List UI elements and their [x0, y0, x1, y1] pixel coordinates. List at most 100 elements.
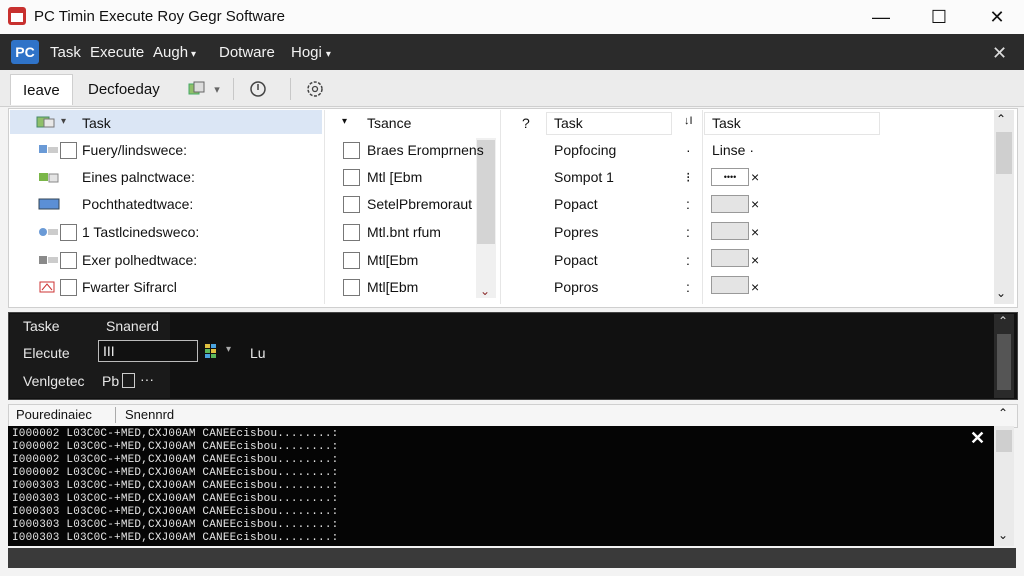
- row-checkbox[interactable]: [343, 142, 360, 159]
- minimize-button[interactable]: —: [858, 3, 904, 31]
- task-name[interactable]: Fwarter Sifrarcl: [82, 279, 177, 295]
- row-combo[interactable]: [711, 249, 749, 267]
- menu-task[interactable]: Task: [50, 44, 81, 61]
- task-status: Popact: [554, 196, 598, 212]
- tab-leave[interactable]: Ieave: [10, 74, 73, 105]
- verify-value[interactable]: Pb: [102, 373, 119, 389]
- header-tsance[interactable]: Tsance: [367, 115, 411, 131]
- scroll-down-icon[interactable]: ⌄: [996, 286, 1006, 300]
- row-checkbox[interactable]: [60, 142, 77, 159]
- console-scroll-thumb[interactable]: [996, 430, 1012, 452]
- menu-hogi[interactable]: Hogi ▾: [291, 44, 331, 61]
- task-desc: Mtl [Ebm: [367, 169, 423, 185]
- close-icon[interactable]: ×: [751, 252, 759, 268]
- task-status: Popfocing: [554, 142, 617, 158]
- task-name[interactable]: Fuery/lindswece:: [82, 142, 187, 158]
- verify-label: Venlgetec: [23, 373, 85, 389]
- task-status: Popros: [554, 279, 599, 295]
- chevron-down-icon[interactable]: ▾: [61, 116, 66, 127]
- output-tab-pouredinaiec[interactable]: Pouredinaiec: [16, 407, 92, 422]
- row-separator: :: [686, 196, 690, 212]
- chevron-down-icon[interactable]: ▾: [226, 344, 231, 355]
- row-separator: :: [686, 224, 690, 240]
- grid-scroll-thumb[interactable]: [996, 132, 1012, 174]
- task-name[interactable]: Eines palnctwace:: [82, 169, 195, 185]
- execute-scroll-thumb[interactable]: [997, 334, 1011, 390]
- row-combo[interactable]: ••••: [711, 168, 749, 186]
- row-separator: :: [686, 252, 690, 268]
- header-task[interactable]: Task: [82, 115, 111, 131]
- chevron-down-icon[interactable]: ▾: [206, 78, 228, 100]
- lu-label[interactable]: Lu: [250, 345, 266, 361]
- task-name[interactable]: 1 Tastlcinedsweco:: [82, 224, 199, 240]
- task-desc: Mtl[Ebm: [367, 252, 419, 268]
- chevron-down-icon[interactable]: ⌄: [480, 284, 490, 298]
- header-task2[interactable]: Task: [554, 115, 583, 131]
- settings-icon[interactable]: [304, 78, 326, 100]
- log-line: I000303 L03C0C-+MED,CXJ00AM CANEEcisbou.…: [12, 480, 339, 492]
- row-checkbox[interactable]: [60, 252, 77, 269]
- row-extra[interactable]: Linse ·: [712, 142, 754, 158]
- grid-view-icon[interactable]: [204, 343, 224, 362]
- close-icon[interactable]: ×: [751, 169, 759, 185]
- scroll-up-icon[interactable]: ⌃: [998, 406, 1008, 420]
- menubar-close-icon[interactable]: ✕: [992, 43, 1007, 64]
- task-status: Sompot 1: [554, 169, 614, 185]
- menu-augh[interactable]: Augh ▾: [153, 44, 196, 61]
- task-icon: [38, 142, 60, 156]
- more-icon[interactable]: ···: [140, 371, 154, 387]
- log-line: I000303 L03C0C-+MED,CXJ00AM CANEEcisbou.…: [12, 532, 339, 544]
- log-line: I000002 L03C0C-+MED,CXJ00AM CANEEcisbou.…: [12, 454, 339, 466]
- close-icon[interactable]: ×: [751, 224, 759, 240]
- app-logo-icon: [8, 7, 26, 25]
- task-desc: Mtl[Ebm: [367, 279, 419, 295]
- maximize-button[interactable]: ☐: [916, 3, 962, 31]
- task-icon: [38, 280, 60, 294]
- row-checkbox[interactable]: [343, 279, 360, 296]
- menu-execute[interactable]: Execute: [90, 44, 144, 61]
- scroll-down-icon[interactable]: ⌄: [998, 528, 1008, 542]
- row-combo[interactable]: [711, 222, 749, 240]
- row-checkbox[interactable]: [343, 252, 360, 269]
- header-sort[interactable]: ↓I: [684, 115, 693, 127]
- scroll-up-icon[interactable]: ⌃: [998, 314, 1008, 328]
- chevron-down-icon[interactable]: ▾: [342, 116, 347, 127]
- menu-hogi-label: Hogi: [291, 44, 322, 61]
- menu-augh-label: Augh: [153, 44, 189, 61]
- close-window-button[interactable]: ✕: [974, 3, 1020, 31]
- log-line: I000303 L03C0C-+MED,CXJ00AM CANEEcisbou.…: [12, 519, 339, 531]
- copy-icon[interactable]: [186, 78, 208, 100]
- console-close-icon[interactable]: ✕: [970, 428, 985, 449]
- window-title: PC Timin Execute Roy Gegr Software: [34, 8, 285, 25]
- header-help[interactable]: ?: [522, 115, 530, 131]
- verify-box-icon[interactable]: [122, 373, 135, 388]
- row-combo[interactable]: [711, 276, 749, 294]
- row-checkbox[interactable]: [60, 224, 77, 241]
- close-icon[interactable]: ×: [751, 279, 759, 295]
- row-checkbox[interactable]: [60, 279, 77, 296]
- scroll-up-icon[interactable]: ⌃: [996, 112, 1006, 126]
- task-status: Popact: [554, 252, 598, 268]
- task-name[interactable]: Pochthatedtwace:: [82, 196, 193, 212]
- chevron-down-icon: ▾: [191, 49, 197, 60]
- header-task3[interactable]: Task: [712, 115, 741, 131]
- menu-dotware[interactable]: Dotware: [219, 44, 275, 61]
- row-checkbox[interactable]: [343, 169, 360, 186]
- row-checkbox[interactable]: [343, 196, 360, 213]
- task-status: Popres: [554, 224, 599, 240]
- row-checkbox[interactable]: [343, 224, 360, 241]
- task-icon: [38, 253, 60, 267]
- pc-logo[interactable]: PC: [11, 40, 39, 64]
- output-tab-snennrd[interactable]: Snennrd: [125, 407, 174, 422]
- task-name[interactable]: Exer polhedtwace:: [82, 252, 197, 268]
- row-header-icon: [36, 115, 58, 132]
- close-icon[interactable]: ×: [751, 196, 759, 212]
- task-icon: [38, 197, 60, 211]
- tab-decfoeday[interactable]: Decfoeday: [76, 74, 172, 104]
- execute-input[interactable]: [98, 340, 198, 362]
- task-icon: [38, 225, 60, 239]
- log-line: I000303 L03C0C-+MED,CXJ00AM CANEEcisbou.…: [12, 506, 339, 518]
- power-icon[interactable]: [247, 78, 269, 100]
- output-tab-divider: [115, 407, 116, 423]
- row-combo[interactable]: [711, 195, 749, 213]
